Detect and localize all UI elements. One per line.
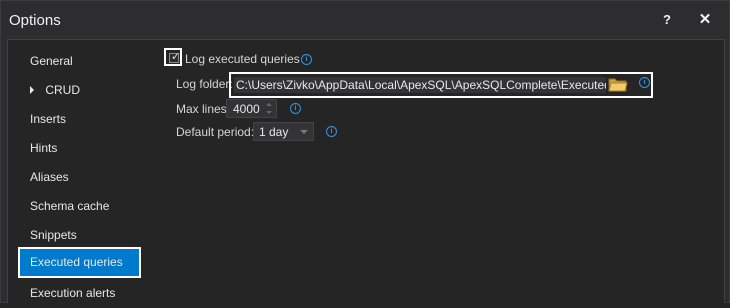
nav-item-label: General: [30, 54, 73, 68]
nav-item-hints[interactable]: Hints: [17, 134, 141, 163]
close-button[interactable]: ✕: [695, 11, 715, 29]
close-icon: ✕: [698, 11, 712, 28]
nav-item-general[interactable]: General: [17, 47, 141, 76]
max-lines-label: Max lines:: [176, 102, 231, 116]
log-folder-input[interactable]: C:\Users\Zivko\AppData\Local\ApexSQL\Ape…: [234, 77, 606, 93]
nav-item-label: Schema cache: [30, 199, 110, 213]
nav-item-label: Hints: [30, 141, 58, 155]
check-icon: ✓: [171, 51, 181, 63]
folder-open-icon[interactable]: [608, 76, 628, 93]
log-folder-label: Log folder:: [176, 77, 233, 91]
nav-item-label: Executed queries: [30, 255, 123, 269]
dialog-title: Options: [9, 12, 61, 29]
log-checkbox-highlight: ✓: [164, 48, 182, 66]
log-folder-highlight: C:\Users\Zivko\AppData\Local\ApexSQL\Ape…: [229, 72, 653, 98]
info-icon[interactable]: i: [290, 103, 301, 114]
nav-item-execution-alerts[interactable]: Execution alerts: [17, 279, 141, 308]
nav-item-executed-queries[interactable]: Executed queries: [18, 247, 141, 278]
spin-up-icon[interactable]: [266, 103, 272, 106]
nav-item-crud[interactable]: CRUD: [17, 76, 141, 105]
max-lines-spinner[interactable]: 4000: [226, 99, 277, 118]
spin-down-icon[interactable]: [266, 111, 272, 114]
help-button[interactable]: ?: [657, 11, 677, 29]
nav-item-label: CRUD: [45, 83, 81, 97]
max-lines-value[interactable]: 4000: [233, 102, 260, 116]
chevron-down-icon[interactable]: [300, 130, 308, 134]
nav-item-snippets[interactable]: Snippets: [17, 221, 141, 250]
info-icon[interactable]: i: [301, 54, 312, 65]
nav-item-aliases[interactable]: Aliases: [17, 163, 141, 192]
info-icon[interactable]: i: [639, 77, 650, 88]
expand-arrow-icon[interactable]: [30, 85, 34, 94]
nav-item-label: Snippets: [30, 228, 77, 242]
options-dialog: Options ? ✕ General CRUD Inserts Hints A…: [0, 0, 730, 303]
default-period-select[interactable]: 1 day: [253, 122, 314, 141]
log-executed-queries-checkbox[interactable]: ✓: [169, 51, 181, 63]
default-period-label: Default period:: [176, 125, 255, 139]
info-icon[interactable]: i: [326, 126, 337, 137]
default-period-value: 1 day: [259, 125, 289, 139]
log-executed-queries-label[interactable]: Log executed queries: [185, 52, 300, 66]
options-content: General CRUD Inserts Hints Aliases Schem…: [7, 39, 725, 303]
title-bar: Options ? ✕: [1, 1, 729, 39]
nav-item-inserts[interactable]: Inserts: [17, 105, 141, 134]
nav-item-label: Execution alerts: [30, 286, 116, 300]
nav-item-label: Aliases: [30, 170, 69, 184]
nav-item-label: Inserts: [30, 112, 67, 126]
nav-item-schema-cache[interactable]: Schema cache: [17, 192, 141, 221]
